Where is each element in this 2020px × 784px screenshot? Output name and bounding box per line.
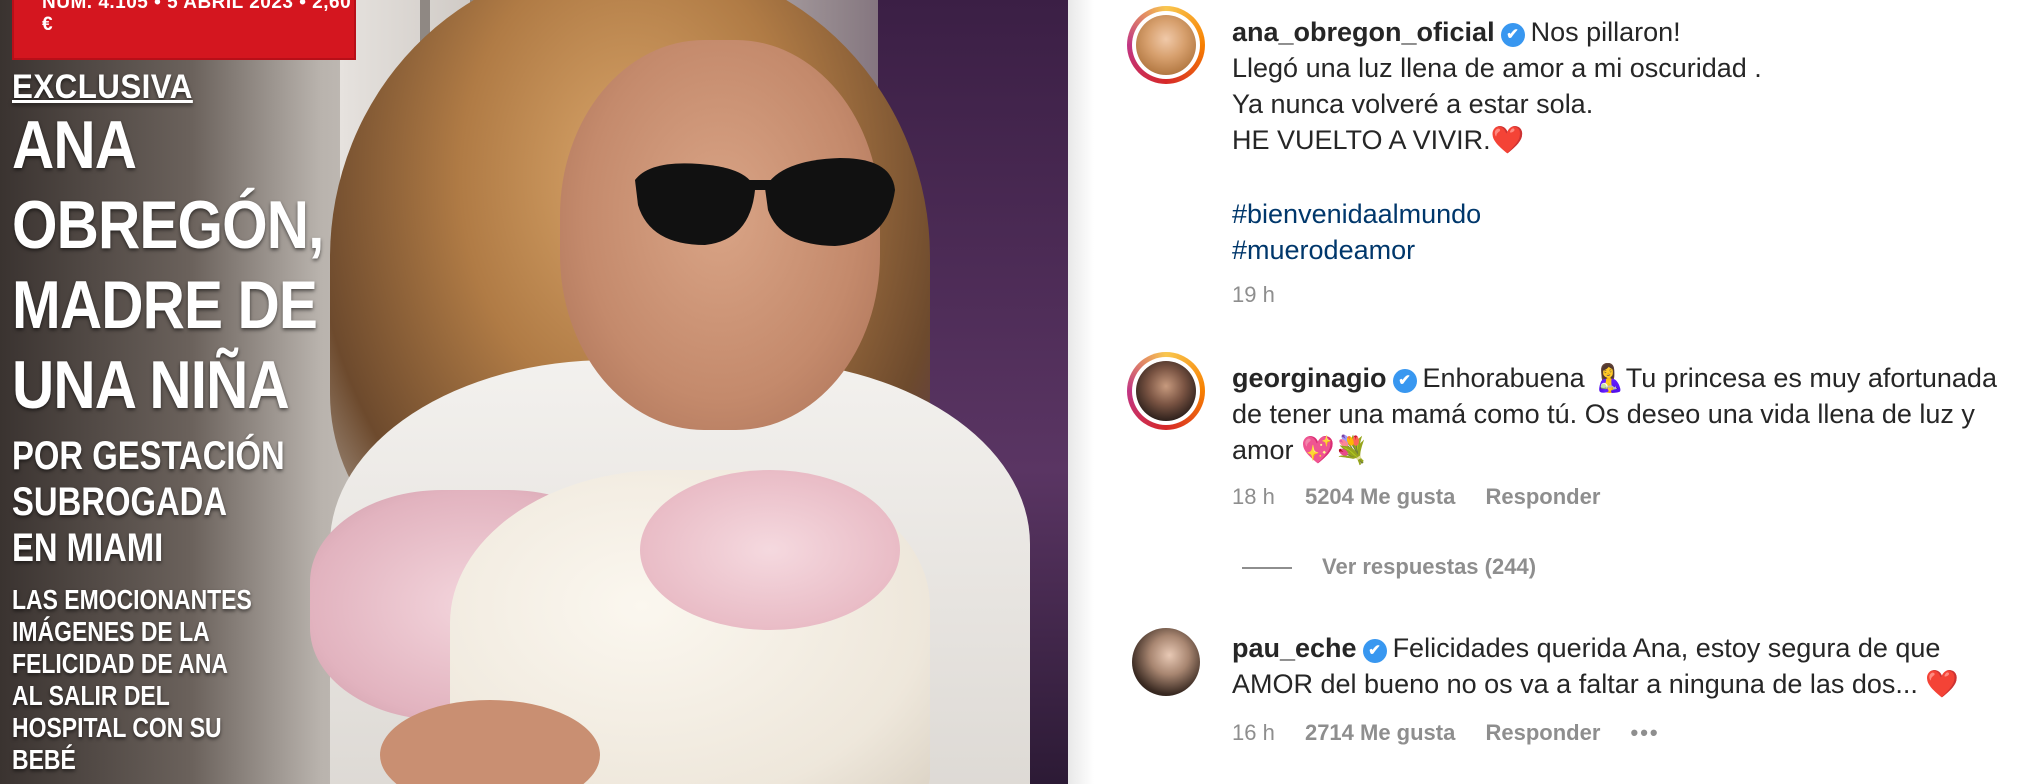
more-options-icon[interactable]: ••• <box>1631 720 1660 746</box>
hashtag-link[interactable]: #bienvenidaalmundo <box>1232 199 1481 229</box>
view-replies-label: Ver respuestas (244) <box>1322 554 1537 579</box>
comment-meta: 18 h 5204 Me gusta Responder <box>1232 484 1624 510</box>
caption-line: HE VUELTO A VIVIR.❤️ <box>1232 125 1525 155</box>
hashtag-line: #muerodeamor <box>1232 232 2012 268</box>
avatar-photo <box>1132 628 1200 696</box>
verified-badge-icon: ✔ <box>1500 23 1525 47</box>
comment-likes[interactable]: 2714 Me gusta <box>1305 720 1455 746</box>
caption-line: Nos pillaron! <box>1530 17 1681 47</box>
sunglasses <box>635 158 895 246</box>
cover-caption-line: BEBÉ <box>12 744 76 775</box>
avatar[interactable] <box>1127 6 1205 84</box>
verified-badge-icon: ✔ <box>1362 639 1387 663</box>
cover-headline-line: MADRE DE <box>12 267 318 343</box>
cover-caption-line: FELICIDAD DE ANA <box>12 648 228 679</box>
comment-likes[interactable]: 5204 Me gusta <box>1305 484 1455 510</box>
reply-button[interactable]: Responder <box>1485 720 1600 746</box>
cover-caption-line: HOSPITAL CON SU <box>12 712 222 743</box>
comment-body: georginagio ✔ Enhorabuena 🤱Tu princesa es … <box>1232 360 2012 468</box>
issue-info: NÚM. 4.105 • 5 ABRIL 2023 • 2,60 € <box>42 0 352 35</box>
cover-caption-line: IMÁGENES DE LA <box>12 616 210 647</box>
cover-headline-line: OBREGÓN, <box>12 187 324 263</box>
view-replies-button[interactable]: Ver respuestas (244) <box>1242 554 1536 580</box>
cover-caption-line: LAS EMOCIONANTES <box>12 584 252 615</box>
avatar-photo <box>1136 361 1196 421</box>
hashtag-line: #bienvenidaalmundo <box>1232 196 2012 232</box>
cover-subhead-line: EN MIAMI <box>12 526 164 570</box>
post-caption: ana_obregon_oficial ✔ Nos pillaron! Llegó … <box>1232 14 2012 158</box>
comment-meta: 16 h 2714 Me gusta Responder ••• <box>1232 720 1684 746</box>
post-timestamp[interactable]: 19 h <box>1232 282 1275 308</box>
comment-timestamp[interactable]: 16 h <box>1232 720 1275 746</box>
replies-line-icon <box>1242 567 1292 570</box>
post-meta: 19 h <box>1232 282 1299 308</box>
comments-panel: ana_obregon_oficial ✔ Nos pillaron! Llegó … <box>1094 0 2020 784</box>
caption-line: Ya nunca volveré a estar sola. <box>1232 89 1594 119</box>
magazine-masthead: NÚM. 4.105 • 5 ABRIL 2023 • 2,60 € <box>12 0 356 60</box>
comment-body: pau_eche ✔ Felicidades querida Ana, estoy … <box>1232 630 2012 702</box>
caption-line: Llegó una luz llena de amor a mi oscurid… <box>1232 53 1762 83</box>
avatar[interactable] <box>1132 628 1200 696</box>
cover-subhead-line: POR GESTACIÓN <box>12 434 285 478</box>
comment-username[interactable]: georginagio <box>1232 363 1387 393</box>
verified-badge-icon: ✔ <box>1392 369 1417 393</box>
baby-bonnet <box>640 470 900 630</box>
avatar[interactable] <box>1127 352 1205 430</box>
comment-timestamp[interactable]: 18 h <box>1232 484 1275 510</box>
cover-caption-line: AL SALIR DEL <box>12 680 170 711</box>
panel-divider <box>1068 0 1094 784</box>
hashtag-link[interactable]: #muerodeamor <box>1232 235 1415 265</box>
cover-headline-line: ANA <box>12 107 137 183</box>
reply-button[interactable]: Responder <box>1485 484 1600 510</box>
magazine-cover-image: NÚM. 4.105 • 5 ABRIL 2023 • 2,60 € EXCLU… <box>0 0 1068 784</box>
avatar-photo <box>1136 15 1196 75</box>
cover-exclusive-label: EXCLUSIVA <box>12 68 193 106</box>
comment-username[interactable]: pau_eche <box>1232 633 1357 663</box>
cover-subhead-line: SUBROGADA <box>12 480 228 524</box>
post-username[interactable]: ana_obregon_oficial <box>1232 17 1495 47</box>
cover-headline-line: UNA NIÑA <box>12 347 290 423</box>
